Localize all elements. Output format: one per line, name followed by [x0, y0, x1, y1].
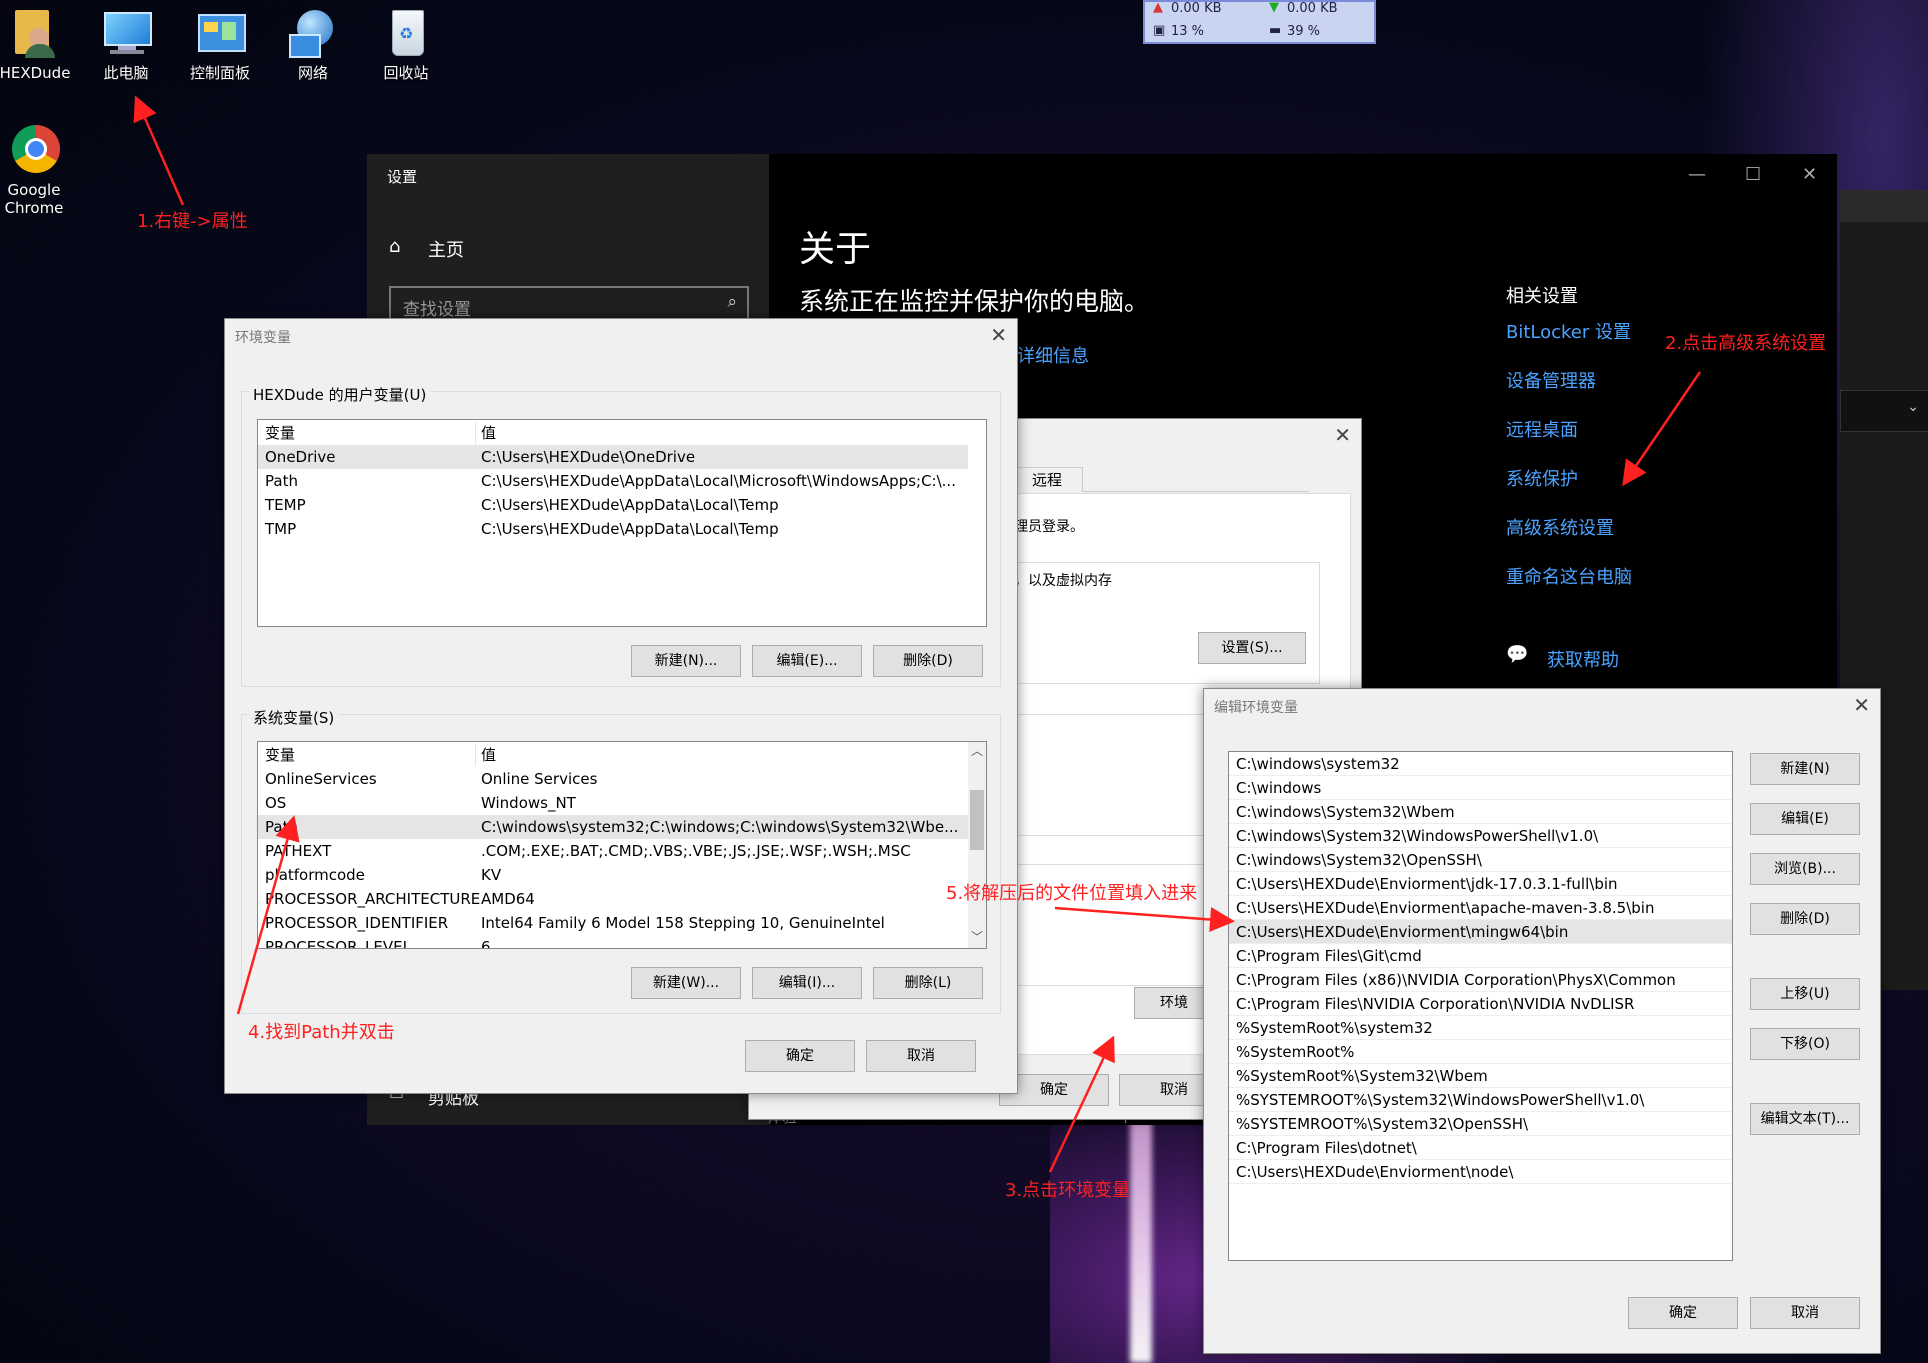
- annotation-step-5: 5.将解压后的文件位置填入进来: [946, 883, 1198, 904]
- annotation-arrows: [133, 95, 1702, 1173]
- annotation-arrow-5: [1054, 906, 1235, 932]
- annotation-step-1: 1.右键->属性: [137, 211, 248, 232]
- annotation-step-4: 4.找到Path并双击: [248, 1022, 395, 1043]
- annotation-arrow-3: [1048, 1035, 1115, 1173]
- annotation-step-2: 2.点击高级系统设置: [1665, 333, 1827, 354]
- annotation-arrow-1: [133, 95, 185, 206]
- annotation-step-3: 3.点击环境变量: [1005, 1180, 1131, 1201]
- annotation-arrow-4: [236, 815, 300, 1015]
- annotation-arrow-2: [1622, 371, 1702, 487]
